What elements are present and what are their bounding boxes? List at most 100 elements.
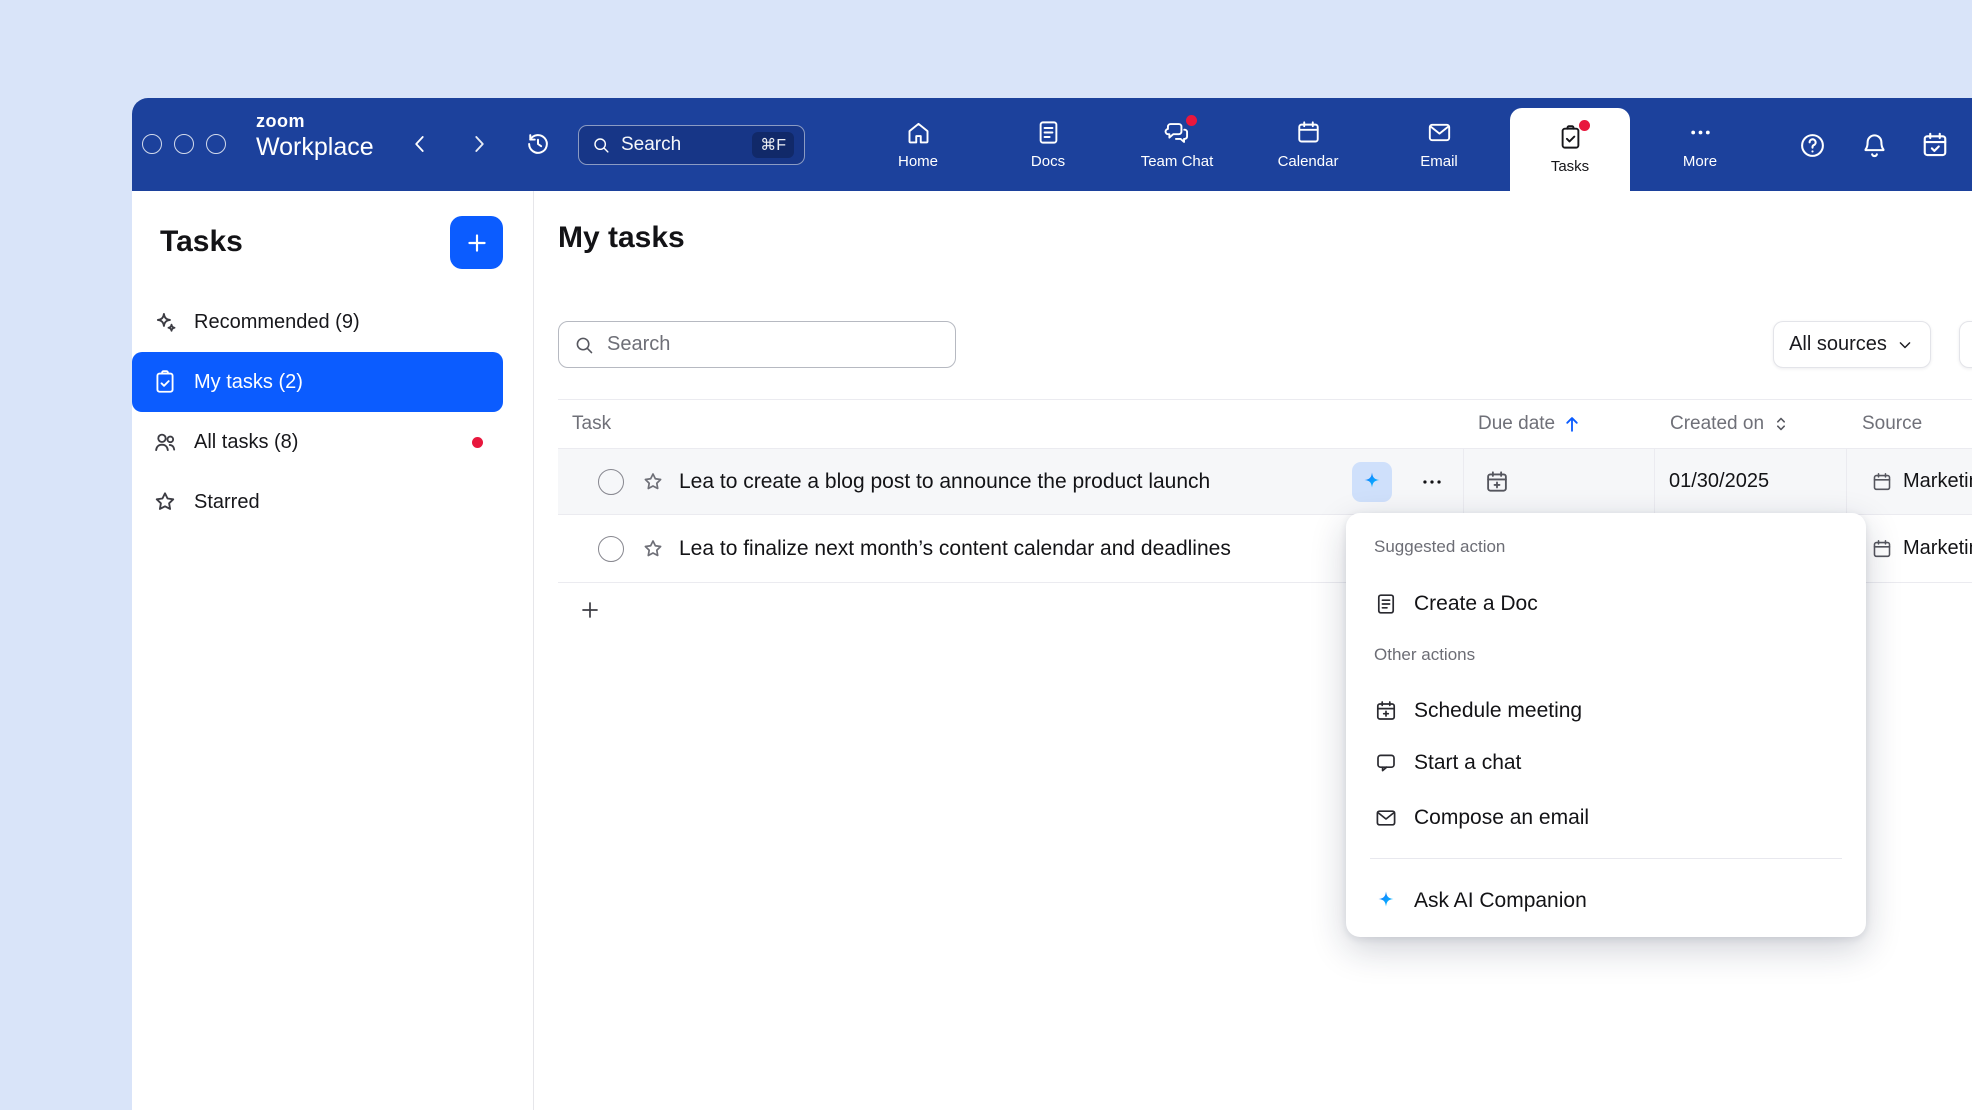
search-icon <box>573 334 595 356</box>
global-search-button[interactable]: Search ⌘F <box>578 125 805 165</box>
source-value: Marketing <box>1903 537 1972 560</box>
source-value: Marketing <box>1903 470 1972 493</box>
sidebar-list: Recommended (9) My tasks (2) All tasks (… <box>132 292 533 532</box>
tasks-sidebar: Tasks Recommended (9) My tasks (2) All t… <box>132 191 534 1110</box>
search-shortcut-badge: ⌘F <box>752 132 794 158</box>
task-cell: Lea to create a blog post to announce th… <box>558 449 1463 514</box>
plus-icon <box>578 598 602 622</box>
add-task-inline-button[interactable] <box>575 595 605 625</box>
ai-sparkle-icon <box>1374 889 1398 913</box>
task-checkbox[interactable] <box>598 469 624 495</box>
menu-item-compose-email[interactable]: Compose an email <box>1346 799 1866 837</box>
window-control-dot[interactable] <box>174 134 194 154</box>
extra-filter-button[interactable] <box>1959 321 1972 368</box>
chevron-right-icon <box>466 131 492 157</box>
row-more-button[interactable] <box>1417 467 1447 497</box>
tasks-search-input[interactable] <box>605 332 955 357</box>
back-button[interactable] <box>404 128 436 160</box>
more-icon <box>1687 119 1714 146</box>
sparkle-icon <box>152 309 178 335</box>
tab-label: Tasks <box>1551 158 1589 175</box>
star-icon <box>152 489 178 515</box>
history-button[interactable] <box>522 128 554 160</box>
sidebar-item-recommended[interactable]: Recommended (9) <box>132 292 503 352</box>
doc-icon <box>1374 592 1398 616</box>
notification-dot <box>472 437 483 448</box>
column-header-source: Source <box>1862 400 1922 448</box>
calendar-plus-icon <box>1374 699 1398 723</box>
created-on-cell: 01/30/2025 <box>1654 449 1846 514</box>
add-due-date-icon[interactable] <box>1484 469 1510 495</box>
search-icon <box>591 135 611 155</box>
tab-label: More <box>1683 153 1717 170</box>
window-control-dot[interactable] <box>206 134 226 154</box>
tab-home[interactable]: Home <box>863 98 973 191</box>
chevron-down-icon <box>1895 335 1915 355</box>
calendar-icon <box>1871 471 1893 493</box>
forward-button[interactable] <box>463 128 495 160</box>
column-header-task: Task <box>572 400 611 448</box>
zoom-workplace-window: zoom Workplace Search ⌘F Home Docs <box>132 98 1972 1110</box>
people-icon <box>152 429 178 455</box>
sources-filter-button[interactable]: All sources <box>1773 321 1931 368</box>
zoom-brand-text: zoom <box>256 112 374 132</box>
tab-email[interactable]: Email <box>1384 98 1494 191</box>
star-icon[interactable] <box>641 537 665 561</box>
tasks-search <box>558 321 956 368</box>
tab-more[interactable]: More <box>1645 98 1755 191</box>
workplace-text: Workplace <box>256 134 374 162</box>
task-title[interactable]: Lea to finalize next month’s content cal… <box>679 537 1231 561</box>
ellipsis-icon <box>1419 469 1445 495</box>
help-icon <box>1798 131 1827 160</box>
tasks-check-icon <box>152 369 178 395</box>
calendar-icon <box>1295 119 1322 146</box>
table-header: Task Due date Created on Source <box>558 399 1972 449</box>
home-icon <box>905 119 932 146</box>
envelope-icon <box>1374 806 1398 830</box>
task-title[interactable]: Lea to create a blog post to announce th… <box>679 470 1210 494</box>
chat-bubble-icon <box>1374 751 1398 775</box>
notification-dot <box>1186 115 1197 126</box>
tab-tasks[interactable]: Tasks <box>1510 108 1630 191</box>
add-task-button[interactable] <box>450 216 503 269</box>
tab-label: Home <box>898 153 938 170</box>
column-header-due-date[interactable]: Due date <box>1478 400 1583 448</box>
ai-actions-menu: Suggested action Create a Doc Other acti… <box>1346 513 1866 937</box>
created-on-value: 01/30/2025 <box>1669 470 1769 493</box>
tab-docs[interactable]: Docs <box>993 98 1103 191</box>
menu-item-schedule-meeting[interactable]: Schedule meeting <box>1346 692 1866 730</box>
star-icon[interactable] <box>641 470 665 494</box>
sidebar-item-label: My tasks (2) <box>194 371 303 394</box>
ai-sparkle-icon <box>1360 470 1384 494</box>
tab-label: Calendar <box>1278 153 1339 170</box>
ai-companion-action-button[interactable] <box>1352 462 1392 502</box>
menu-item-ask-ai-companion[interactable]: Ask AI Companion <box>1346 882 1866 920</box>
sidebar-item-label: Recommended (9) <box>194 311 360 334</box>
source-cell: Marketing <box>1846 449 1972 514</box>
sidebar-item-my-tasks[interactable]: My tasks (2) <box>132 352 503 412</box>
menu-item-create-doc[interactable]: Create a Doc <box>1346 585 1866 623</box>
email-icon <box>1426 119 1453 146</box>
tab-team-chat[interactable]: Team Chat <box>1122 98 1232 191</box>
sidebar-item-label: All tasks (8) <box>194 431 298 454</box>
tab-label: Docs <box>1031 153 1065 170</box>
sidebar-item-all-tasks[interactable]: All tasks (8) <box>132 412 503 472</box>
chevron-left-icon <box>407 131 433 157</box>
sidebar-item-starred[interactable]: Starred <box>132 472 503 532</box>
sources-filter-label: All sources <box>1789 333 1887 356</box>
help-button[interactable] <box>1795 128 1829 162</box>
menu-item-start-chat[interactable]: Start a chat <box>1346 744 1866 782</box>
table-row[interactable]: Lea to create a blog post to announce th… <box>558 449 1972 515</box>
bell-icon <box>1860 131 1889 160</box>
column-header-created-on[interactable]: Created on <box>1670 400 1792 448</box>
window-control-dot[interactable] <box>142 134 162 154</box>
notifications-button[interactable] <box>1857 128 1891 162</box>
calendar-icon <box>1871 538 1893 560</box>
tab-calendar[interactable]: Calendar <box>1253 98 1363 191</box>
calendar-badge-button[interactable] <box>1918 128 1952 162</box>
calendar-check-icon <box>1920 130 1950 160</box>
menu-section-label: Suggested action <box>1374 537 1505 557</box>
due-date-cell <box>1463 449 1654 514</box>
window-controls <box>142 134 226 154</box>
task-checkbox[interactable] <box>598 536 624 562</box>
